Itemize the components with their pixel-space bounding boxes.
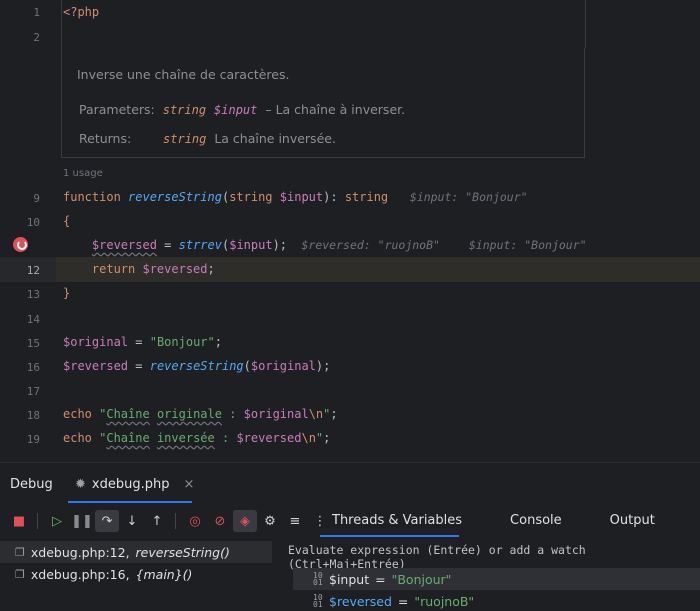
resume-icon[interactable]: ▷ — [45, 510, 69, 532]
line-number: 17 — [26, 385, 40, 398]
code-line-12[interactable]: return $reversed; — [63, 262, 215, 276]
close-icon[interactable]: × — [183, 477, 194, 492]
doc-guide-right — [585, 0, 586, 48]
tab-threads-variables[interactable]: Threads & Variables — [320, 511, 474, 530]
frame-icon: ❐ — [15, 567, 25, 581]
line-number: 18 — [26, 409, 40, 422]
variable-row[interactable]: 10 01 $input = "Bonjour" — [293, 568, 700, 590]
code-line-13[interactable]: } — [63, 286, 70, 300]
line-number: 12 — [26, 264, 40, 277]
pause-icon[interactable]: ❚❚ — [70, 510, 94, 532]
session-tab-indicator — [68, 501, 192, 503]
doc-returns: Returns: string La chaîne inversée. — [79, 131, 336, 146]
debug-tool-window: Debug ✹ xdebug.php × ■ ▷ ❚❚ ↷ ↓ ↑ ◎ ⊘ ◈ … — [0, 462, 700, 611]
frame-item[interactable]: ❐ xdebug.php:16, {main}() — [0, 563, 272, 585]
debug-title: Debug — [10, 477, 53, 492]
variable-type-icon: 10 01 — [313, 571, 323, 587]
toolbar-separator — [37, 513, 38, 529]
line-number: 10 — [26, 216, 40, 229]
tab-console[interactable]: Console — [498, 511, 574, 530]
step-into-icon[interactable]: ↓ — [120, 510, 144, 532]
inline-value-hint: $input: "Bonjour" — [468, 238, 587, 252]
bug-icon: ✹ — [75, 477, 86, 492]
code-editor[interactable]: 1 <?php 2 Inverse une chaîne de caractèr… — [0, 0, 700, 462]
mute-breakpoints-icon[interactable]: ⊘ — [208, 510, 232, 532]
variable-type-icon: 10 01 — [313, 593, 323, 609]
code-line-19[interactable]: echo "Chaîne inversée : $reversed\n"; — [63, 431, 330, 445]
line-number: 16 — [26, 361, 40, 374]
doc-guide-left — [61, 0, 62, 48]
step-out-icon[interactable]: ↑ — [145, 510, 169, 532]
active-tab-indicator — [320, 535, 459, 537]
variable-row[interactable]: 10 01 $reversed = "ruojnoB" — [293, 590, 700, 611]
doc-params: Parameters: string $input – La chaîne à … — [79, 102, 406, 117]
usage-hint[interactable]: 1 usage — [63, 168, 103, 179]
step-over-icon[interactable]: ↷ — [95, 510, 119, 532]
break-at-first-line-icon[interactable]: ◈ — [233, 510, 257, 532]
breakpoint-icon[interactable] — [13, 237, 28, 252]
line-number: 14 — [26, 313, 40, 326]
inline-value-hint: $input: "Bonjour" — [409, 190, 528, 204]
code-line-1[interactable]: <?php — [63, 5, 99, 19]
code-line-10[interactable]: { — [63, 214, 70, 228]
doc-description: Inverse une chaîne de caractères. — [77, 67, 290, 82]
line-number: 9 — [33, 192, 40, 205]
code-line-9[interactable]: function reverseString(string $input): s… — [63, 190, 528, 204]
variables-list: 10 01 $input = "Bonjour" 10 01 $reversed =… — [293, 568, 700, 611]
view-breakpoints-icon[interactable]: ◎ — [183, 510, 207, 532]
session-tab[interactable]: ✹ xdebug.php × — [75, 477, 194, 492]
stop-icon[interactable]: ■ — [7, 510, 31, 532]
rendered-doc-comment: Inverse une chaîne de caractères. Parame… — [61, 48, 585, 158]
tab-output[interactable]: Output — [598, 511, 667, 530]
line-number: 2 — [33, 31, 40, 44]
frame-icon: ❐ — [15, 545, 25, 559]
line-number: 19 — [26, 433, 40, 446]
toolbar-separator — [175, 513, 176, 529]
code-line-15[interactable]: $original = "Bonjour"; — [63, 335, 222, 349]
debug-content-tabs: Threads & Variables Console Output — [320, 511, 667, 530]
code-line-18[interactable]: echo "Chaîne originale : $original\n"; — [63, 407, 338, 421]
frames-list: ❐ xdebug.php:12, reverseString() ❐ xdebu… — [0, 541, 272, 585]
settings-icon[interactable]: ⚙ — [258, 510, 282, 532]
evaluate-expression-input[interactable]: Evaluate expression (Entrée) or add a wa… — [288, 543, 700, 571]
debug-tabbar: Debug ✹ xdebug.php × — [0, 463, 700, 505]
inline-value-hint: $reversed: "ruojnoB" — [301, 238, 440, 252]
session-tab-label: xdebug.php — [91, 477, 170, 492]
code-line-11[interactable]: $reversed = strrev($input); $reversed: "… — [63, 238, 587, 252]
debug-toolbar: ■ ▷ ❚❚ ↷ ↓ ↑ ◎ ⊘ ◈ ⚙ ≡ ⋮ — [0, 509, 332, 533]
line-number: 1 — [33, 6, 40, 19]
code-line-16[interactable]: $reversed = reverseString($original); — [63, 359, 330, 373]
line-number: 13 — [26, 288, 40, 301]
line-number: 15 — [26, 337, 40, 350]
frame-item[interactable]: ❐ xdebug.php:12, reverseString() — [0, 541, 272, 563]
add-watch-icon[interactable]: ≡ — [283, 510, 307, 532]
